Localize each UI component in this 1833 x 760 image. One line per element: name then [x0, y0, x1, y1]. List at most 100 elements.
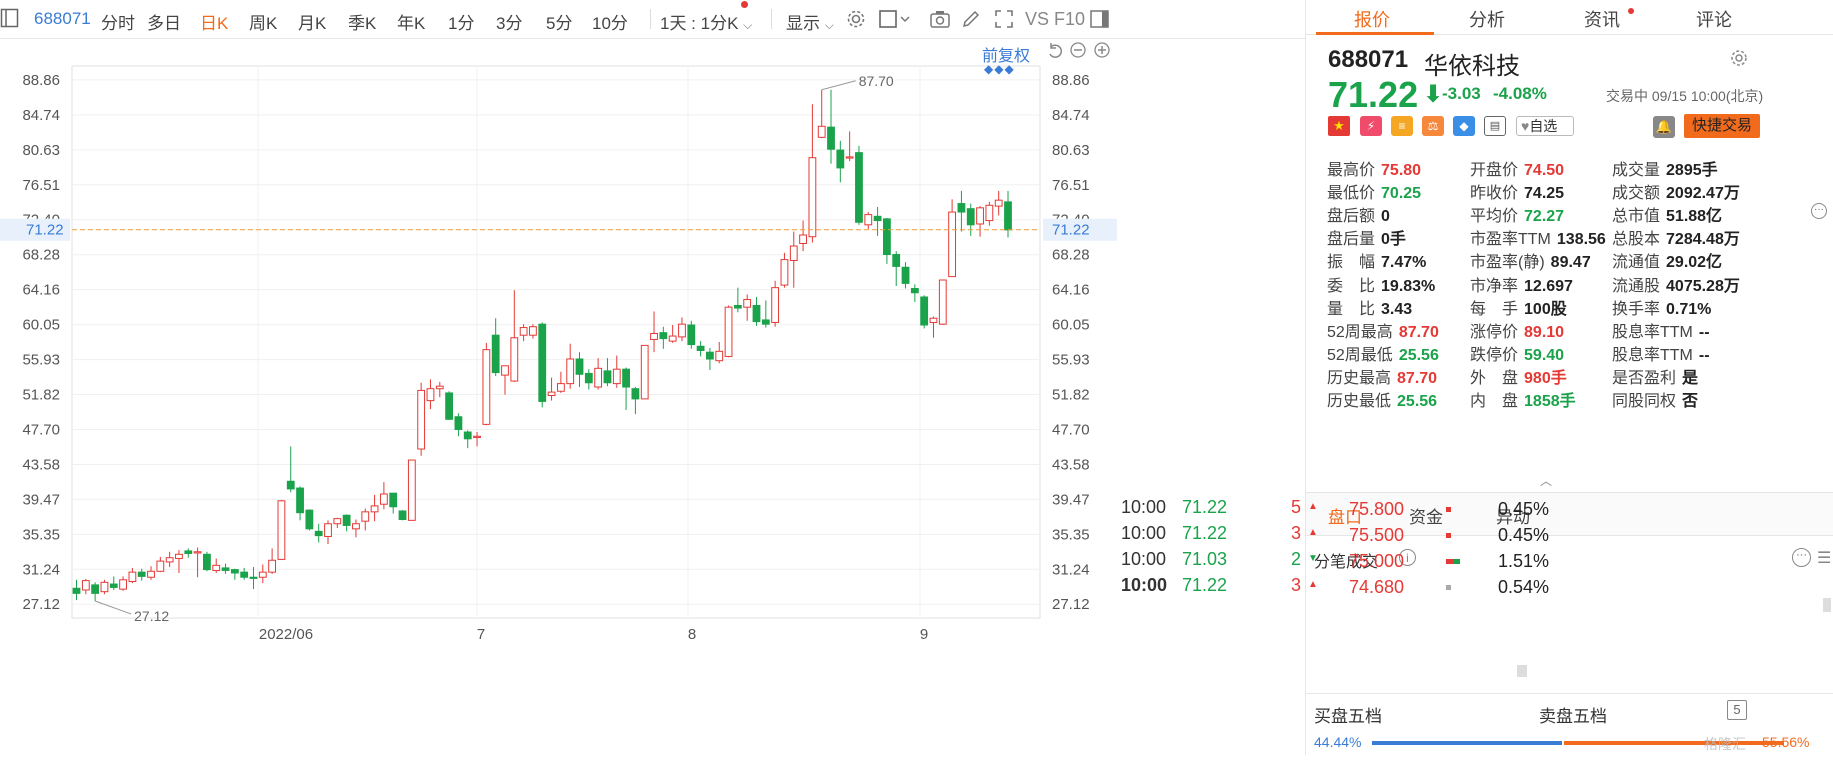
quick-trade-button[interactable]: 快捷交易 [1684, 114, 1760, 138]
balance-icon[interactable]: ⚖ [1422, 116, 1444, 136]
settings-gear-icon[interactable] [1729, 48, 1749, 68]
overlay-select-icon[interactable] [878, 8, 912, 30]
tick-volume: 2 [1291, 549, 1302, 569]
watermark-logo: 格隆汇 [1704, 736, 1746, 752]
undo-icon[interactable] [1046, 42, 1064, 60]
stat-label: 是否盈利 [1612, 369, 1677, 387]
stat-item: 总股本 7284.48万 [1612, 225, 1740, 249]
period-tab-1min[interactable]: 1分 [448, 9, 474, 34]
chevron-down-icon: ⌵ [743, 18, 753, 32]
period-tab-quarterly[interactable]: 季K [348, 9, 376, 34]
tick-price: 71.03 [1182, 549, 1228, 569]
candle-body [612, 368, 621, 385]
more-options-icon[interactable]: ··· [1811, 203, 1827, 219]
period-tab-10min[interactable]: 10分 [592, 9, 628, 34]
period-tab-monthly[interactable]: 月K [298, 9, 326, 34]
stat-item: 52周最低 25.56 [1327, 341, 1439, 365]
y-tick-label-left: 60.05 [22, 317, 60, 334]
tick-row: 10:00 71.22 5 ▲ [1121, 497, 1321, 518]
candle-body [258, 571, 267, 578]
stat-label: 开盘价 [1470, 162, 1519, 179]
period-tab-daily[interactable]: 日K [200, 9, 228, 34]
more-dots-icon[interactable]: ◆◆◆ [984, 62, 1015, 76]
vs-compare-button[interactable]: VS [1025, 9, 1049, 30]
candle-body [985, 204, 994, 222]
stat-value: 74.25 [1524, 185, 1565, 203]
period-tab-weekly[interactable]: 周K [249, 9, 277, 34]
tab-quote[interactable]: 报价 [1354, 6, 1390, 32]
bell-icon[interactable]: 🔔 [1653, 116, 1675, 138]
stat-item: 总市值 51.88亿 [1612, 202, 1722, 226]
candle-body [761, 319, 770, 325]
period-tab-yearly[interactable]: 年K [397, 9, 425, 34]
candle-body [715, 350, 724, 362]
panel-toggle-icon[interactable] [1089, 8, 1111, 30]
stat-item: 成交额 2092.47万 [1612, 179, 1740, 203]
display-menu[interactable]: 显示 ⌵ [786, 9, 834, 34]
period-tab-intraday[interactable]: 分时 [101, 9, 135, 34]
toolbar-divider [650, 9, 651, 29]
tab-analysis[interactable]: 分析 [1469, 6, 1505, 32]
y-tick-label-left: 39.47 [22, 491, 60, 508]
stat-label: 同股同权 [1612, 393, 1677, 410]
gear-icon[interactable] [845, 8, 867, 30]
depth-level-toggle[interactable]: 5 [1727, 700, 1747, 720]
dist-scroll-thumb[interactable] [1823, 598, 1831, 612]
tick-price: 71.22 [1182, 497, 1228, 517]
tick-row: 10:00 71.03 2 ▼ [1121, 549, 1321, 570]
add-watchlist-button[interactable]: ♥自选 [1516, 116, 1574, 136]
candle-body [603, 370, 612, 384]
high-marker-leader [821, 80, 856, 91]
stat-item: 流通股 4075.28万 [1612, 272, 1740, 296]
period-tab-multiday[interactable]: 多日 [147, 9, 181, 34]
f10-button[interactable]: F10 [1054, 9, 1085, 30]
symbol-code[interactable]: 688071 [34, 9, 91, 29]
zoom-out-icon[interactable] [1069, 41, 1087, 59]
tick-time: 10:00 [1121, 523, 1167, 543]
stat-item: 52周最高 87.70 [1327, 318, 1439, 342]
more-options-icon[interactable]: ··· [1792, 548, 1811, 567]
interval-select[interactable]: 1天 : 1分K ⌵ [660, 9, 752, 34]
margin-icon[interactable]: ⚡ [1360, 116, 1382, 136]
camera-icon[interactable] [929, 8, 951, 30]
y-tick-label-right: 55.93 [1052, 352, 1090, 369]
high-marker-label: 87.70 [859, 73, 894, 89]
ticks-scroll-thumb[interactable] [1517, 665, 1527, 677]
candle-body [594, 367, 603, 388]
y-tick-label-left: 64.16 [22, 282, 60, 299]
document-icon[interactable]: ▤ [1484, 116, 1506, 136]
stat-value: 87.70 [1397, 369, 1438, 387]
tab-comments[interactable]: 评论 [1696, 6, 1732, 32]
toolbar-divider [771, 9, 772, 29]
candle-body [966, 208, 975, 226]
candle-body [687, 324, 696, 346]
tab-news[interactable]: 资讯 [1584, 6, 1620, 32]
x-tick-label: 2022/06 [259, 626, 313, 643]
kline-chart[interactable]: 88.8684.7480.6376.5172.4068.2864.1660.05… [0, 38, 1305, 755]
stat-label: 平均价 [1470, 208, 1519, 226]
y-tick-label-right: 88.86 [1052, 72, 1090, 89]
candle-body [286, 480, 295, 490]
pencil-icon[interactable] [960, 8, 982, 30]
stat-item: 流通值 29.02亿 [1612, 248, 1722, 272]
tick-price: 71.22 [1182, 575, 1228, 595]
period-tab-5min[interactable]: 5分 [546, 9, 572, 34]
list-view-icon[interactable]: ☰ [1817, 548, 1831, 568]
y-tick-label-right: 60.05 [1052, 317, 1090, 334]
buy-depth-label: 买盘五档 [1314, 707, 1382, 726]
plot-frame [71, 65, 1041, 619]
candle-body [501, 365, 509, 376]
stat-label: 历史最低 [1327, 393, 1392, 410]
sidebar-toggle-icon[interactable] [0, 7, 20, 29]
tag-icon[interactable]: ◆ [1453, 116, 1475, 136]
collapse-chevron-icon[interactable]: ︿ [1540, 472, 1552, 489]
zoom-in-icon[interactable] [1093, 41, 1111, 59]
period-tab-3min[interactable]: 3分 [496, 9, 522, 34]
fullscreen-icon[interactable] [993, 8, 1015, 30]
candle-body [454, 416, 463, 430]
kline-chart-svg[interactable]: 88.8684.7480.6376.5172.4068.2864.1660.05… [0, 38, 1305, 755]
y-axis-left: 88.8684.7480.6376.5172.4068.2864.1660.05… [22, 72, 60, 613]
y-tick-label-left: 35.35 [22, 526, 60, 543]
database-icon[interactable]: ≡ [1391, 116, 1413, 136]
stat-value: 4075.28万 [1666, 277, 1740, 295]
